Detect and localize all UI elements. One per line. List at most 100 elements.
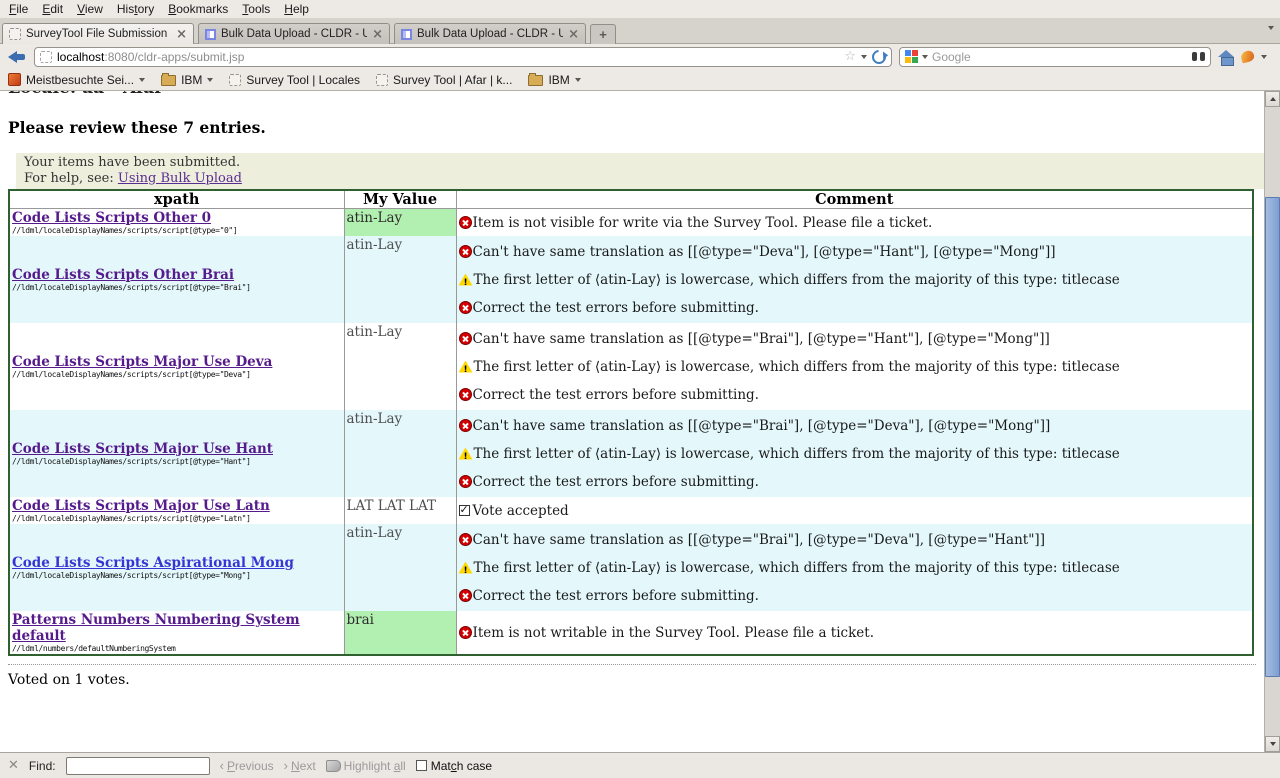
url-history-chevron-icon[interactable] xyxy=(861,55,867,59)
tab-strip: SurveyTool File Submission | ...×Bulk Da… xyxy=(2,23,1276,44)
bookmark-label: Survey Tool | Locales xyxy=(246,73,360,87)
find-input[interactable] xyxy=(66,757,210,775)
comment: Correct the test errors before submittin… xyxy=(459,294,1251,322)
url-bar[interactable]: localhost:8080/cldr-apps/submit.jsp ☆ xyxy=(34,47,892,67)
google-logo-icon[interactable] xyxy=(905,50,918,63)
menu-tools[interactable]: Tools xyxy=(235,0,277,18)
xpath-link[interactable]: Code Lists Scripts Other 0 xyxy=(12,210,211,226)
scroll-down-button[interactable] xyxy=(1265,736,1280,752)
comment-text: The first letter of ⟨atin-Lay⟩ is lowerc… xyxy=(474,359,1120,375)
toolbar-overflow-chevron-icon[interactable] xyxy=(1261,55,1267,59)
bookmark-item[interactable]: Meistbesuchte Sei... xyxy=(8,73,145,87)
comment-text: Can't have same translation as [[@type="… xyxy=(473,244,1056,260)
tab-close-icon[interactable]: × xyxy=(372,28,383,41)
comment: The first letter of ⟨atin-Lay⟩ is lowerc… xyxy=(459,266,1251,294)
match-case-checkbox[interactable]: Match case xyxy=(416,759,492,773)
tab-3[interactable]: Bulk Data Upload - CLDR - Un... × xyxy=(394,23,586,44)
home-icon[interactable] xyxy=(1218,50,1234,64)
tab-close-icon[interactable]: × xyxy=(568,28,579,41)
column-header: xpath xyxy=(9,190,344,209)
error-icon xyxy=(459,626,472,639)
tab-title: Bulk Data Upload - CLDR - Un... xyxy=(221,28,367,40)
new-tab-button[interactable] xyxy=(590,24,616,44)
scrollbar-thumb[interactable] xyxy=(1265,197,1280,677)
chevron-down-icon xyxy=(575,78,581,82)
folder-icon xyxy=(528,75,543,86)
tab-2[interactable]: Bulk Data Upload - CLDR - Un... × xyxy=(198,23,390,44)
menu-help[interactable]: Help xyxy=(277,0,316,18)
xpath-link[interactable]: Code Lists Scripts Other Brai xyxy=(12,267,234,283)
tab-title: Bulk Data Upload - CLDR - Un... xyxy=(417,28,563,40)
comment-cell: Can't have same translation as [[@type="… xyxy=(456,236,1253,323)
warning-icon xyxy=(459,562,473,574)
xpath-link[interactable]: Code Lists Scripts Major Use Hant xyxy=(12,441,273,457)
search-placeholder[interactable]: Google xyxy=(932,50,1188,64)
warning-icon xyxy=(459,274,473,286)
find-close-icon[interactable]: ✕ xyxy=(8,758,19,773)
menu-edit[interactable]: Edit xyxy=(35,0,70,18)
comment-text: Can't have same translation as [[@type="… xyxy=(473,532,1045,548)
bookmark-item[interactable]: Survey Tool | Afar | k... xyxy=(376,73,512,87)
page-viewport: Locale: aa - Afar Please review these 7 … xyxy=(0,91,1280,752)
xpath-cell: Code Lists Scripts Other 0//ldml/localeD… xyxy=(9,209,344,237)
highlight-all-button[interactable]: Highlight all xyxy=(326,759,406,773)
menu-view[interactable]: View xyxy=(70,0,110,18)
comment-cell: Can't have same translation as [[@type="… xyxy=(456,323,1253,410)
warning-icon xyxy=(459,448,473,460)
bookmark-label: IBM xyxy=(181,73,202,87)
xpath-path: //ldml/localeDisplayNames/scripts/script… xyxy=(12,370,342,379)
menu-history[interactable]: History xyxy=(110,0,161,18)
comment: Correct the test errors before submittin… xyxy=(459,582,1251,610)
comment-text: Vote accepted xyxy=(473,503,569,519)
chevron-down-icon xyxy=(207,78,213,82)
comment: Correct the test errors before submittin… xyxy=(459,381,1251,409)
back-button[interactable] xyxy=(8,49,27,65)
url-path: :8080/cldr-apps/submit.jsp xyxy=(104,50,244,64)
find-next-button[interactable]: Next xyxy=(284,758,316,773)
xpath-link[interactable]: Code Lists Scripts Major Use Latn xyxy=(12,498,270,514)
table-header-row: xpathMy ValueComment xyxy=(9,190,1253,209)
xpath-link[interactable]: Patterns Numbers Numbering System defaul… xyxy=(12,612,300,644)
using-bulk-upload-link[interactable]: Using Bulk Upload xyxy=(118,171,242,186)
error-icon xyxy=(459,301,472,314)
comment-cell: Vote accepted xyxy=(456,497,1253,524)
table-row: Code Lists Scripts Major Use Deva//ldml/… xyxy=(9,323,1253,410)
comment: Can't have same translation as [[@type="… xyxy=(459,412,1251,440)
search-engine-chevron-icon[interactable] xyxy=(922,55,928,59)
folder-icon xyxy=(161,75,176,86)
bookmark-item[interactable]: IBM xyxy=(161,73,213,87)
comment-text: Correct the test errors before submittin… xyxy=(473,387,759,403)
menu-bookmarks[interactable]: Bookmarks xyxy=(161,0,235,18)
find-previous-button[interactable]: Previous xyxy=(220,758,274,773)
history-icon xyxy=(8,73,21,86)
xpath-link[interactable]: Code Lists Scripts Aspirational Mong xyxy=(12,555,294,571)
list-all-tabs-chevron-icon[interactable] xyxy=(1268,26,1274,30)
bookmark-star-icon[interactable]: ☆ xyxy=(844,50,856,63)
bookmark-label: Meistbesuchte Sei... xyxy=(26,73,134,87)
table-row: Code Lists Scripts Major Use Latn//ldml/… xyxy=(9,497,1253,524)
tab-1[interactable]: SurveyTool File Submission | ...× xyxy=(2,23,194,44)
cldr-favicon-icon xyxy=(205,29,216,40)
scroll-up-button[interactable] xyxy=(1265,91,1280,107)
vertical-scrollbar[interactable] xyxy=(1264,91,1280,752)
comment: Can't have same translation as [[@type="… xyxy=(459,238,1251,266)
tab-close-icon[interactable]: × xyxy=(176,28,187,41)
browser-chrome: FileEditViewHistoryBookmarksToolsHelp Su… xyxy=(0,0,1280,91)
table-row: Code Lists Scripts Other 0//ldml/localeD… xyxy=(9,209,1253,237)
reload-icon[interactable] xyxy=(869,47,889,67)
menu-file[interactable]: File xyxy=(2,0,35,18)
page-title: Please review these 7 entries. xyxy=(8,118,1272,137)
next-chevron-icon xyxy=(284,758,288,773)
comment: Can't have same translation as [[@type="… xyxy=(459,526,1251,554)
xpath-link[interactable]: Code Lists Scripts Major Use Deva xyxy=(12,354,272,370)
addon-icon[interactable] xyxy=(1240,50,1255,64)
value-cell: atin-Lay xyxy=(344,209,456,237)
url-text[interactable]: localhost:8080/cldr-apps/submit.jsp xyxy=(57,50,839,64)
xpath-path: //ldml/numbers/defaultNumberingSystem xyxy=(12,644,342,653)
page-icon xyxy=(229,74,241,86)
bookmark-item[interactable]: Survey Tool | Locales xyxy=(229,73,360,87)
search-bar[interactable]: Google xyxy=(899,47,1211,67)
bookmark-item[interactable]: IBM xyxy=(528,73,580,87)
error-icon xyxy=(459,332,472,345)
comment-text: Item is not visible for write via the Su… xyxy=(473,215,933,231)
